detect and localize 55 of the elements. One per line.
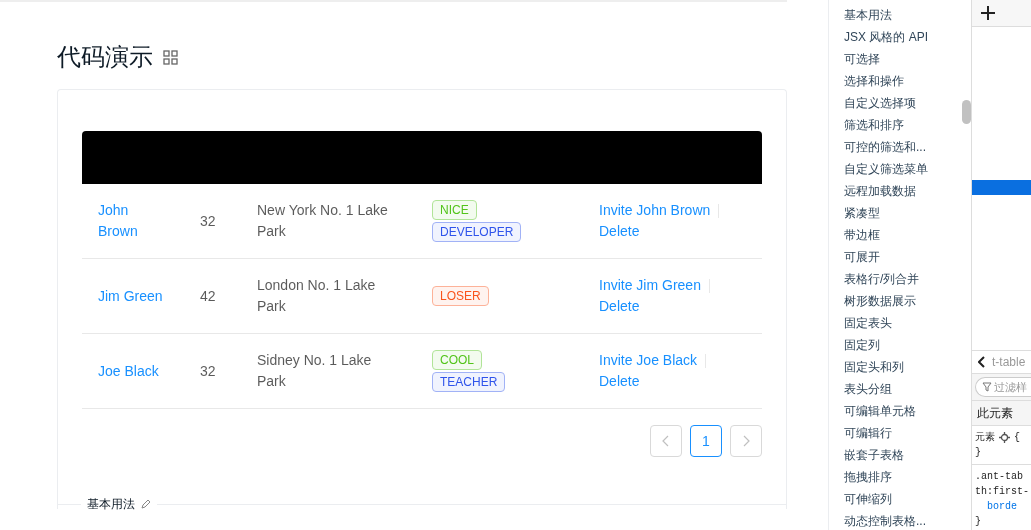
anchor-link[interactable]: 自定义选择项: [844, 92, 958, 114]
brace: {: [1014, 431, 1020, 445]
anchor-link[interactable]: 可编辑行: [844, 422, 958, 444]
selected-row-highlight: [972, 180, 1031, 195]
anchor-link[interactable]: 可控的筛选和...: [844, 136, 958, 158]
brace: }: [975, 515, 981, 529]
target-icon[interactable]: [999, 432, 1010, 443]
rule-selector: .ant-tab: [975, 470, 1023, 484]
table-cell: Sidney No. 1 Lake Park: [257, 352, 372, 389]
css-property: borde: [987, 500, 1017, 514]
table-cell: 32: [200, 212, 216, 229]
anchor-link[interactable]: 固定列: [844, 334, 958, 356]
add-icon[interactable]: [980, 5, 996, 21]
anchor-link[interactable]: 选择和操作: [844, 70, 958, 92]
tag: NICE: [432, 200, 477, 220]
anchor-link[interactable]: 可伸缩列: [844, 488, 958, 510]
anchor-link[interactable]: 表头分组: [844, 378, 958, 400]
section-header: 此元素: [977, 406, 1013, 420]
anchor-link[interactable]: 紧凑型: [844, 202, 958, 224]
anchor-link[interactable]: 带边框: [844, 224, 958, 246]
anchor-link[interactable]: 可展开: [844, 246, 958, 268]
anchor-link[interactable]: 动态控制表格...: [844, 510, 958, 530]
anchor-link[interactable]: 自定义筛选菜单: [844, 158, 958, 180]
back-icon[interactable]: [978, 356, 986, 368]
anchor-link[interactable]: 固定表头: [844, 312, 958, 334]
anchor-link[interactable]: 可编辑单元格: [844, 400, 958, 422]
rule-selector: 元素: [975, 431, 995, 445]
tag: LOSER: [432, 286, 489, 306]
chevron-right-icon: [742, 435, 750, 447]
table-cell: 42: [200, 287, 216, 304]
anchor-link[interactable]: 筛选和排序: [844, 114, 958, 136]
anchor-link[interactable]: 拖拽排序: [844, 466, 958, 488]
anchor-link[interactable]: 表格行/列合并: [844, 268, 958, 290]
grid-icon[interactable]: [163, 49, 178, 65]
scrollbar-thumb[interactable]: [962, 100, 971, 124]
brace: }: [975, 446, 981, 460]
table-cell: London No. 1 Lake Park: [257, 277, 376, 314]
edit-icon[interactable]: [141, 499, 151, 509]
chevron-left-icon: [662, 435, 670, 447]
anchor-link[interactable]: JSX 风格的 API: [844, 26, 958, 48]
table-cell: 32: [200, 362, 216, 379]
anchor-link[interactable]: 嵌套子表格: [844, 444, 958, 466]
table-cell: New York No. 1 Lake Park: [257, 202, 388, 239]
anchor-link[interactable]: 基本用法: [844, 4, 958, 26]
anchor-link[interactable]: 可选择: [844, 48, 958, 70]
section-title: 代码演示: [57, 42, 153, 72]
anchor-link[interactable]: 树形数据展示: [844, 290, 958, 312]
filter-icon: [982, 382, 992, 392]
rule-selector: th:first-: [975, 485, 1029, 499]
tag: DEVELOPER: [432, 222, 522, 242]
tag: COOL: [432, 350, 482, 370]
tag: TEACHER: [432, 372, 506, 392]
section-title: 基本用法: [87, 498, 135, 510]
anchor-link[interactable]: 远程加载数据: [844, 180, 958, 202]
anchor-link[interactable]: 固定头和列: [844, 356, 958, 378]
